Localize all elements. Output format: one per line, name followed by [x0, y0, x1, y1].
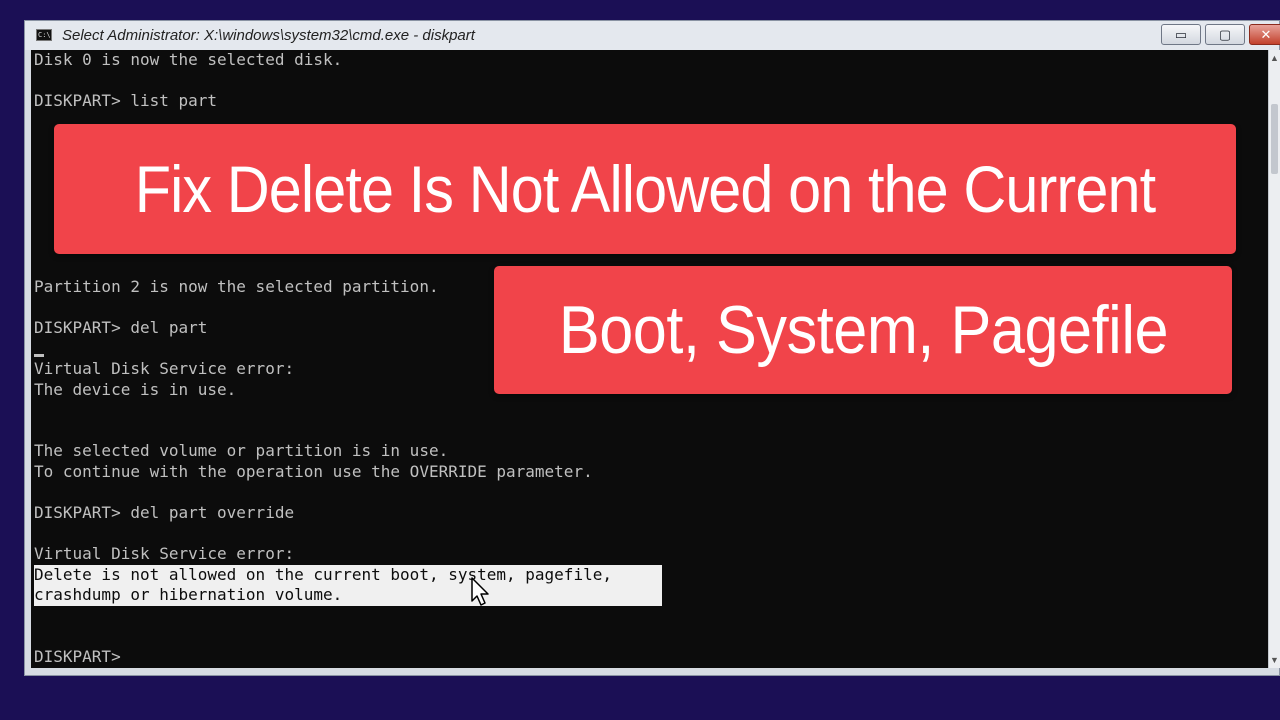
title-banner-line2-text: Boot, System, Pagefile [558, 292, 1168, 368]
minimize-button[interactable]: ▭ [1161, 24, 1201, 45]
maximize-button[interactable]: ▢ [1205, 24, 1245, 45]
title-banner-line1-text: Fix Delete Is Not Allowed on the Current [134, 152, 1156, 226]
title-banner-line1: Fix Delete Is Not Allowed on the Current [54, 124, 1236, 254]
scroll-up-icon[interactable]: ▲ [1269, 50, 1280, 66]
text-cursor [34, 354, 44, 357]
console-line: To continue with the operation use the O… [34, 461, 593, 481]
title-banner-line2: Boot, System, Pagefile [494, 266, 1232, 394]
close-button[interactable]: ✕ [1249, 24, 1280, 45]
console-line: Disk 0 is now the selected disk. [34, 50, 343, 69]
console-line: DISKPART> list part [34, 91, 218, 111]
cmd-icon: C:\ [36, 29, 52, 41]
console-line: The selected volume or partition is in u… [34, 441, 449, 461]
console-line-selected: Delete is not allowed on the current boo… [34, 564, 662, 586]
console-line: Virtual Disk Service error: [34, 544, 295, 564]
mouse-pointer-icon [471, 577, 489, 606]
console-line-selected: crashdump or hibernation volume. [34, 585, 662, 607]
scroll-thumb[interactable] [1271, 104, 1278, 174]
vertical-scrollbar[interactable]: ▲ ▼ [1268, 50, 1280, 668]
title-bar[interactable]: C:\ Select Administrator: X:\windows\sys… [25, 21, 1280, 50]
scroll-down-icon[interactable]: ▼ [1269, 652, 1280, 668]
window-title: Select Administrator: X:\windows\system3… [62, 27, 475, 44]
console-line: DISKPART> [34, 647, 121, 667]
console-line: DISKPART> del part override [34, 503, 295, 523]
